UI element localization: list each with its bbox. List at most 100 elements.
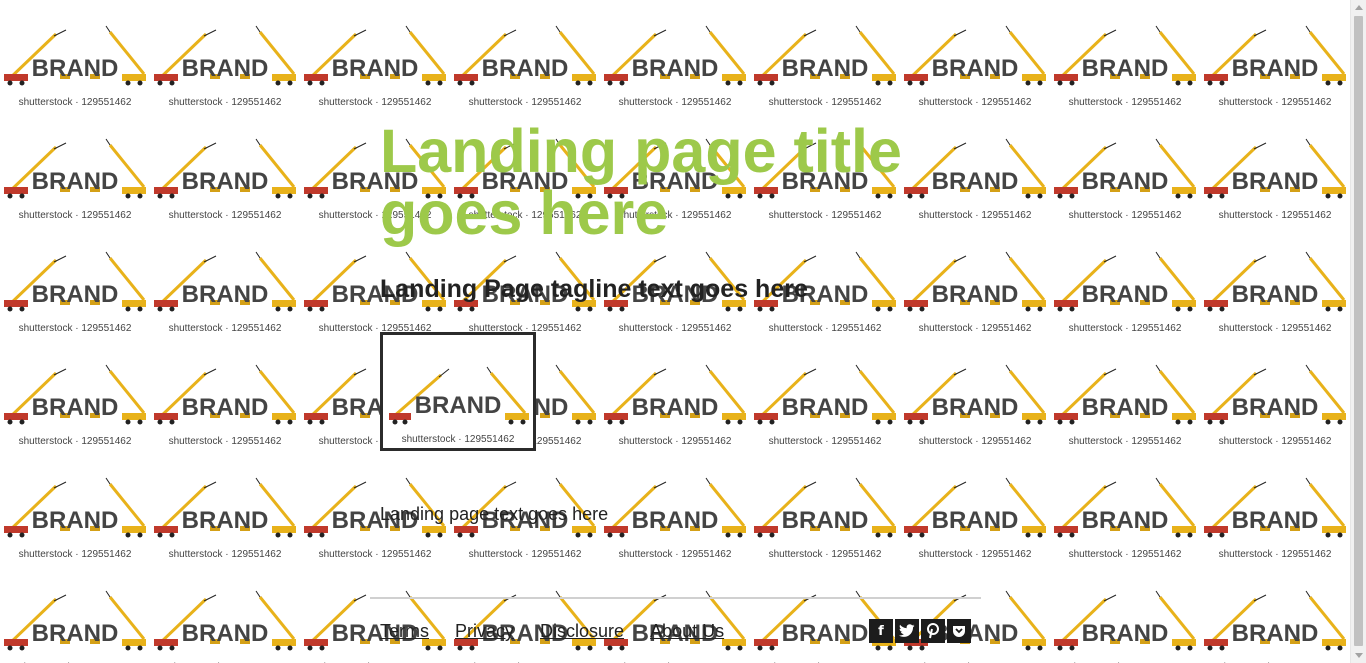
tile-brand-text: BRAND [1082, 281, 1169, 308]
pinterest-button[interactable] [921, 619, 945, 643]
tile-caption: shutterstock · 129551462 [918, 549, 1032, 560]
background-tile: BRANDshutterstock · 129551462 [450, 565, 600, 663]
background-tile: BRAND shutterstock · 129551462 [0, 113, 150, 226]
footer-link-disclosure[interactable]: Disclosure [540, 619, 624, 643]
tile-caption: shutterstock · 129551462 [318, 97, 432, 108]
tile-brand-text: BRAND [782, 394, 869, 421]
background-tile: BRAND shutterstock · 129551462 [1200, 452, 1350, 565]
background-tile: BRAND shutterstock · 129551462 [600, 0, 750, 113]
background-tile: BRANDshutterstock · 129551462 [1200, 113, 1350, 226]
background-tile: BRANDshutterstock · 129551462 [150, 452, 300, 565]
tile-caption: shutterstock · 129551462 [18, 97, 132, 108]
background-tile: BRAND shutterstock · 129551462 [0, 452, 150, 565]
scroll-up-arrow-icon[interactable] [1355, 5, 1363, 10]
scroll-thumb[interactable] [1354, 16, 1363, 646]
tile-caption: shutterstock · 129551462 [1068, 323, 1182, 334]
footer-link-terms[interactable]: Terms [380, 619, 429, 643]
background-tile: BRAND shutterstock · 129551462 [150, 113, 300, 226]
brand-text: BRAND [415, 392, 502, 419]
tile-brand-text: BRAND [32, 168, 119, 195]
tile-caption: shutterstock · 129551462 [618, 549, 732, 560]
page-tagline: Landing Page tagline text goes here [380, 275, 808, 303]
pocket-button[interactable] [947, 619, 971, 643]
tile-caption: shutterstock · 129551462 [618, 323, 732, 334]
tile-caption: shutterstock · 129551462 [18, 323, 132, 334]
tile-brand-text: BRAND [1232, 55, 1319, 82]
tile-brand-text: BRAND [182, 394, 269, 421]
background-tiles: BRAND shutterstock · 129551462 BRAND shutte… [0, 0, 1351, 663]
pinterest-icon [927, 623, 939, 639]
background-tile: BRANDshutterstock · 129551462 [450, 0, 600, 113]
background-tile: BRANDshutterstock · 129551462 [1050, 565, 1200, 663]
background-tile: BRANDshutterstock · 129551462 [750, 339, 900, 452]
twitter-button[interactable] [895, 619, 919, 643]
tile-caption: shutterstock · 129551462 [18, 436, 132, 447]
background-tile: BRANDshutterstock · 129551462 [600, 565, 750, 663]
tile-brand-text: BRAND [632, 394, 719, 421]
background-tile: BRANDshutterstock · 129551462 [1200, 565, 1350, 663]
tile-caption: shutterstock · 129551462 [1218, 323, 1332, 334]
background-tile: BRANDshutterstock · 129551462 [900, 339, 1050, 452]
twitter-icon [899, 624, 915, 637]
tile-caption: shutterstock · 129551462 [918, 323, 1032, 334]
background-tile: BRANDshutterstock · 129551462 [1050, 0, 1200, 113]
tile-brand-text: BRAND [1232, 620, 1319, 647]
background-tile: BRANDshutterstock · 129551462 [1050, 452, 1200, 565]
background-tile: BRAND shutterstock · 129551462 [0, 0, 150, 113]
background-tile: BRAND shutterstock · 129551462 [300, 0, 450, 113]
tile-brand-text: BRAND [32, 507, 119, 534]
tile-caption: shutterstock · 129551462 [168, 210, 282, 221]
tile-brand-text: BRAND [782, 55, 869, 82]
tile-caption: shutterstock · 129551462 [18, 210, 132, 221]
tile-brand-text: BRAND [182, 620, 269, 647]
facebook-icon: f [878, 623, 884, 639]
footer-link-privacy[interactable]: Privacy [455, 619, 514, 643]
tile-caption: shutterstock · 129551462 [768, 549, 882, 560]
background-tile: BRAND shutterstock · 129551462 [150, 0, 300, 113]
tile-caption: shutterstock · 129551462 [1068, 436, 1182, 447]
tile-brand-text: BRAND [782, 620, 869, 647]
tile-brand-text: BRAND [632, 55, 719, 82]
social-buttons: f [869, 619, 971, 643]
tile-caption: shutterstock · 129551462 [168, 549, 282, 560]
tile-brand-text: BRAND [32, 55, 119, 82]
scroll-down-arrow-icon[interactable] [1355, 653, 1363, 658]
background-tile: BRANDshutterstock · 129551462 [150, 565, 300, 663]
tile-brand-text: BRAND [482, 55, 569, 82]
background-tile: BRANDshutterstock · 129551462 [0, 226, 150, 339]
tile-caption: shutterstock · 129551462 [768, 323, 882, 334]
tile-brand-text: BRAND [182, 168, 269, 195]
background-tile: BRANDshutterstock · 129551462 [900, 565, 1050, 663]
vertical-scrollbar[interactable] [1350, 0, 1366, 663]
tile-caption: shutterstock · 129551462 [1218, 436, 1332, 447]
facebook-button[interactable]: f [869, 619, 893, 643]
tile-brand-text: BRAND [332, 55, 419, 82]
tile-caption: shutterstock · 129551462 [18, 549, 132, 560]
background-tile: BRAND shutterstock · 129551462 [1200, 339, 1350, 452]
tile-caption: shutterstock · 129551462 [918, 436, 1032, 447]
tile-brand-text: BRAND [32, 394, 119, 421]
tile-brand-text: BRAND [1232, 168, 1319, 195]
tile-brand-text: BRAND [182, 55, 269, 82]
tile-caption: shutterstock · 129551462 [1218, 549, 1332, 560]
tile-brand-text: BRAND [1232, 394, 1319, 421]
tile-caption: shutterstock · 129551462 [618, 436, 732, 447]
tile-caption: shutterstock · 129551462 [1218, 97, 1332, 108]
tile-brand-text: BRAND [932, 55, 1019, 82]
tile-brand-text: BRAND [1232, 507, 1319, 534]
tile-brand-text: BRAND [1082, 168, 1169, 195]
footer-link-about-us[interactable]: About Us [650, 619, 724, 643]
background-tile: BRANDshutterstock · 129551462 [900, 0, 1050, 113]
tile-caption: shutterstock · 129551462 [468, 549, 582, 560]
brand-logo-graphic: BRAND [389, 366, 529, 425]
page-title: Landing page title goes here [380, 117, 902, 247]
tile-caption: shutterstock · 129551462 [768, 97, 882, 108]
tile-brand-text: BRAND [32, 620, 119, 647]
tile-caption: shutterstock · 129551462 [168, 97, 282, 108]
tile-caption: shutterstock · 129551462 [1068, 210, 1182, 221]
background-tile: BRAND shutterstock · 129551462 [1200, 0, 1350, 113]
background-tile: BRAND shutterstock · 129551462 [750, 0, 900, 113]
tile-caption: shutterstock · 129551462 [618, 97, 732, 108]
tile-caption: shutterstock · 129551462 [1068, 97, 1182, 108]
tile-brand-text: BRAND [1082, 620, 1169, 647]
